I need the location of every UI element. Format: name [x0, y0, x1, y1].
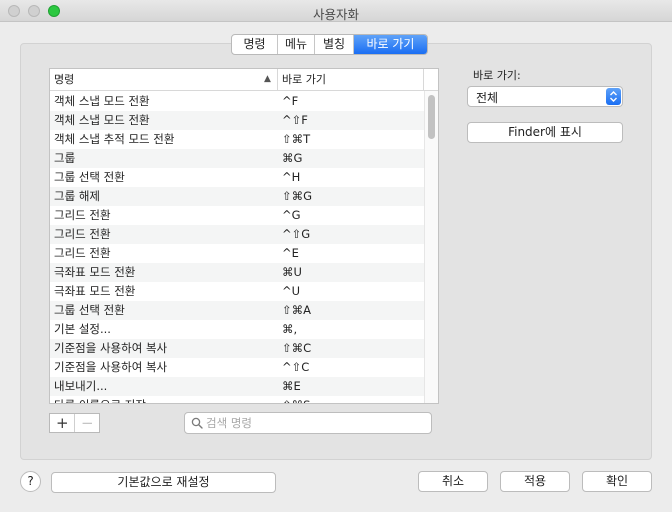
- shortcut-cell[interactable]: ^⇧F: [282, 111, 422, 130]
- title-bar: 사용자화: [0, 0, 672, 22]
- shortcut-cell[interactable]: ^H: [282, 168, 422, 187]
- customize-window: 사용자화 명령 메뉴 별칭 바로 가기 명령 ▲ 바로 가기 객체 스냅 모드 …: [0, 0, 672, 512]
- column-header-command[interactable]: 명령 ▲: [50, 69, 278, 90]
- shortcut-cell[interactable]: ⌘U: [282, 263, 422, 282]
- command-cell: 극좌표 모드 전환: [54, 284, 136, 298]
- table-row[interactable]: 기준점을 사용하여 복사 ^⇧C: [50, 358, 424, 377]
- table-row[interactable]: 다른 이름으로 저장... ⇧⌘S: [50, 396, 424, 403]
- shortcut-cell[interactable]: ⇧⌘A: [282, 301, 422, 320]
- table-row[interactable]: 그룹 해제 ⇧⌘G: [50, 187, 424, 206]
- command-cell: 그리드 전환: [54, 227, 111, 241]
- command-cell: 다른 이름으로 저장...: [54, 396, 276, 403]
- scrollbar-thumb[interactable]: [428, 95, 435, 139]
- shortcut-cell[interactable]: ^G: [282, 206, 422, 225]
- shortcut-filter-value: 전체: [476, 91, 499, 105]
- tab-shortcuts[interactable]: 바로 가기: [354, 35, 427, 54]
- table-row[interactable]: 기본 설정... ⌘,: [50, 320, 424, 339]
- remove-button[interactable]: −: [74, 414, 99, 432]
- command-cell: 객체 스냅 모드 전환: [54, 94, 150, 108]
- column-header-shortcut[interactable]: 바로 가기: [278, 69, 424, 90]
- table-row[interactable]: 내보내기... ⌘E: [50, 377, 424, 396]
- vertical-scrollbar[interactable]: [424, 91, 438, 403]
- command-cell: 기준점을 사용하여 복사: [54, 341, 168, 355]
- table-row[interactable]: 극좌표 모드 전환 ⌘U: [50, 263, 424, 282]
- cancel-button[interactable]: 취소: [418, 471, 488, 492]
- tab-commands[interactable]: 명령: [232, 35, 278, 54]
- shortcut-cell[interactable]: ⇧⌘C: [282, 339, 422, 358]
- shortcut-filter-label: 바로 가기:: [473, 69, 521, 82]
- shortcut-cell[interactable]: ⌘E: [282, 377, 422, 396]
- table-row[interactable]: 기준점을 사용하여 복사 ⇧⌘C: [50, 339, 424, 358]
- tab-bar: 명령 메뉴 별칭 바로 가기: [231, 34, 428, 55]
- table-row[interactable]: 그리드 전환 ^E: [50, 244, 424, 263]
- show-in-finder-button[interactable]: Finder에 표시: [467, 122, 623, 143]
- command-cell: 객체 스냅 추적 모드 전환: [54, 132, 175, 146]
- table-row[interactable]: 그룹 선택 전환 ⇧⌘A: [50, 301, 424, 320]
- tab-menus[interactable]: 메뉴: [278, 35, 315, 54]
- help-button[interactable]: ?: [20, 471, 41, 492]
- command-cell: 그룹: [54, 151, 76, 165]
- command-cell: 그룹 선택 전환: [54, 303, 125, 317]
- select-stepper[interactable]: [606, 88, 621, 105]
- table-row[interactable]: 그룹 선택 전환 ^H: [50, 168, 424, 187]
- shortcut-cell[interactable]: ⌘,: [282, 320, 422, 339]
- up-down-chevron-icon: [610, 91, 617, 102]
- command-cell: 그룹 선택 전환: [54, 170, 125, 184]
- shortcut-cell[interactable]: ⇧⌘S: [282, 396, 422, 403]
- shortcut-cell[interactable]: ^⇧C: [282, 358, 422, 377]
- table-row[interactable]: 객체 스냅 모드 전환 ^⇧F: [50, 111, 424, 130]
- search-field[interactable]: [184, 412, 432, 434]
- shortcut-cell[interactable]: ^U: [282, 282, 422, 301]
- table-row[interactable]: 객체 스냅 추적 모드 전환 ⇧⌘T: [50, 130, 424, 149]
- command-cell: 그룹 해제: [54, 189, 100, 203]
- shortcut-cell[interactable]: ⌘G: [282, 149, 422, 168]
- tab-aliases[interactable]: 별칭: [315, 35, 354, 54]
- shortcut-cell[interactable]: ^E: [282, 244, 422, 263]
- shortcut-filter-select[interactable]: 전체: [467, 86, 623, 107]
- command-cell: 내보내기...: [54, 379, 108, 393]
- search-icon: [191, 417, 203, 429]
- window-title: 사용자화: [312, 7, 359, 22]
- column-header-command-label: 명령: [54, 73, 75, 86]
- command-cell: 기본 설정...: [54, 322, 111, 336]
- command-cell: 극좌표 모드 전환: [54, 265, 136, 279]
- command-cell: 기준점을 사용하여 복사: [54, 360, 168, 374]
- command-cell: 객체 스냅 모드 전환: [54, 113, 150, 127]
- shortcut-cell[interactable]: ^⇧G: [282, 225, 422, 244]
- search-input[interactable]: [206, 415, 426, 431]
- add-button[interactable]: +: [50, 414, 74, 432]
- table-row[interactable]: 그리드 전환 ^⇧G: [50, 225, 424, 244]
- sort-ascending-icon: ▲: [264, 74, 271, 84]
- table-header: 명령 ▲ 바로 가기: [50, 69, 438, 91]
- table-row[interactable]: 극좌표 모드 전환 ^U: [50, 282, 424, 301]
- table-body: 객체 스냅 모드 전환 ^F 객체 스냅 모드 전환 ^⇧F 객체 스냅 추적 모드 전…: [50, 92, 424, 403]
- list-edit-controls: + −: [49, 413, 100, 433]
- shortcut-cell[interactable]: ⇧⌘T: [282, 130, 422, 149]
- ok-button[interactable]: 확인: [582, 471, 652, 492]
- reset-defaults-button[interactable]: 기본값으로 재설정: [51, 472, 276, 493]
- table-row[interactable]: 그리드 전환 ^G: [50, 206, 424, 225]
- command-cell: 그리드 전환: [54, 208, 111, 222]
- command-cell: 그리드 전환: [54, 246, 111, 260]
- shortcuts-table: 명령 ▲ 바로 가기 객체 스냅 모드 전환 ^F 객체 스냅 모드 전환 ^⇧F 객체…: [49, 68, 439, 404]
- apply-button[interactable]: 적용: [500, 471, 570, 492]
- table-row[interactable]: 객체 스냅 모드 전환 ^F: [50, 92, 424, 111]
- table-row[interactable]: 그룹 ⌘G: [50, 149, 424, 168]
- shortcut-cell[interactable]: ⇧⌘G: [282, 187, 422, 206]
- shortcut-cell[interactable]: ^F: [282, 92, 422, 111]
